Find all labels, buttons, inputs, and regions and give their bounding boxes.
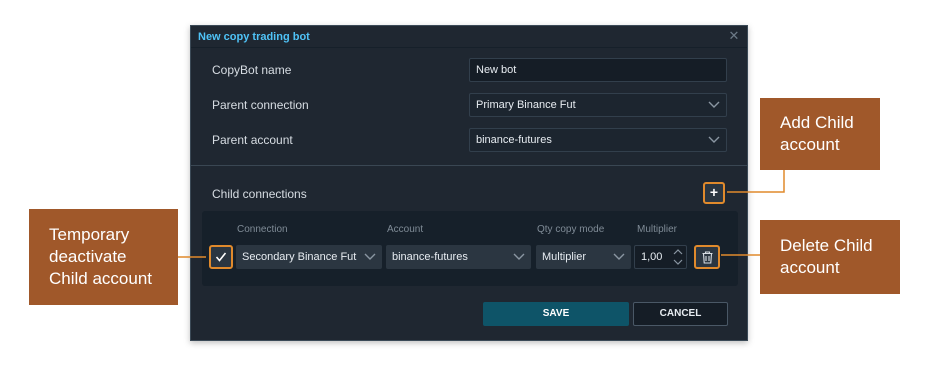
callout-add-child: Add Child account bbox=[760, 98, 880, 170]
callout-deactivate-child: Temporary deactivate Child account bbox=[29, 209, 178, 305]
callout-connectors bbox=[178, 170, 785, 258]
callout-delete-child: Delete Child account bbox=[760, 220, 900, 294]
